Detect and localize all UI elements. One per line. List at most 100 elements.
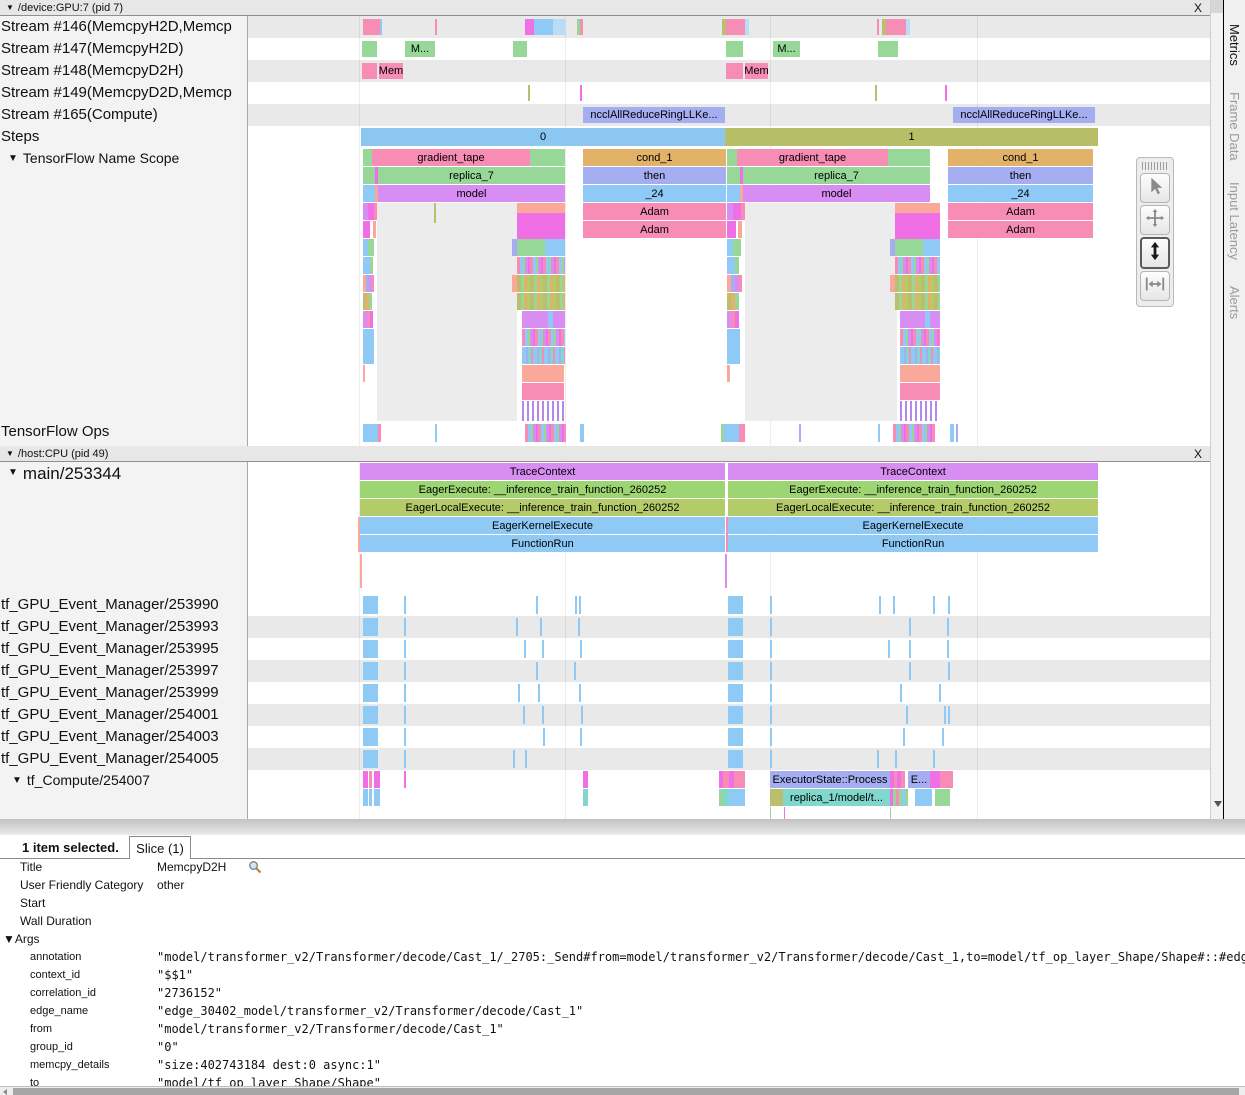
trace-slice[interactable] — [583, 789, 588, 806]
side-tab-frame-data[interactable]: Frame Data — [1227, 92, 1242, 161]
trace-slice[interactable]: cond_1 — [948, 149, 1093, 166]
trace-slice[interactable]: Adam — [583, 203, 726, 220]
trace-slice[interactable] — [525, 424, 566, 442]
trace-slice[interactable] — [875, 85, 877, 101]
side-tab-input-latency[interactable]: Input Latency — [1227, 182, 1242, 260]
trace-slice[interactable] — [909, 618, 911, 636]
trace-slice[interactable] — [933, 750, 935, 768]
trace-slice[interactable] — [947, 618, 949, 636]
trace-slice[interactable] — [522, 365, 564, 382]
trace-slice[interactable] — [363, 728, 378, 746]
trace-slice[interactable] — [886, 19, 906, 35]
trace-slice[interactable] — [728, 750, 743, 768]
trace-slice[interactable] — [741, 203, 745, 220]
trace-slice[interactable] — [404, 618, 406, 636]
trace-slice[interactable] — [362, 41, 377, 57]
trace-slice[interactable] — [903, 728, 905, 746]
trace-slice[interactable] — [580, 728, 582, 746]
trace-slice[interactable] — [543, 728, 545, 746]
trace-slice[interactable]: FunctionRun — [360, 535, 725, 552]
trace-slice[interactable]: _24 — [948, 185, 1093, 202]
trace-slice[interactable] — [726, 63, 743, 79]
trace-slice[interactable] — [948, 706, 950, 724]
trace-slice[interactable] — [536, 596, 538, 614]
trace-slice[interactable]: EagerLocalExecute: __inference_train_fun… — [728, 499, 1098, 516]
collapse-icon[interactable]: ▼ — [6, 3, 14, 12]
trace-slice[interactable] — [947, 640, 949, 658]
timing-tool-button[interactable] — [1140, 271, 1170, 301]
trace-slice[interactable]: ncclAllReduceRingLLKe... — [583, 107, 725, 123]
trace-slice[interactable] — [363, 167, 375, 184]
trace-slice[interactable] — [890, 807, 891, 819]
trace-slice[interactable] — [404, 771, 406, 788]
trace-slice[interactable] — [728, 596, 743, 614]
cpu-close-button[interactable]: X — [1190, 447, 1206, 461]
trace-slice[interactable] — [727, 185, 740, 202]
trace-slice[interactable] — [727, 365, 730, 382]
trace-slice[interactable]: replica_7 — [743, 167, 930, 184]
trace-slice[interactable] — [369, 293, 372, 310]
trace-slice[interactable] — [726, 19, 745, 35]
trace-slice[interactable]: EagerKernelExecute — [360, 517, 725, 534]
trace-slice[interactable]: M... — [405, 41, 435, 57]
trace-slice[interactable] — [770, 807, 771, 819]
args-collapse-header[interactable]: ▼Args — [0, 930, 1245, 948]
trace-slice[interactable] — [915, 789, 932, 806]
trace-slice[interactable] — [893, 424, 935, 442]
trace-slice[interactable]: EagerKernelExecute — [728, 517, 1098, 534]
trace-slice[interactable] — [900, 311, 925, 328]
trace-slice[interactable] — [770, 662, 772, 680]
trace-slice[interactable] — [735, 257, 739, 274]
trace-slice[interactable] — [583, 771, 588, 788]
trace-slice[interactable] — [900, 383, 940, 400]
trace-slice[interactable] — [363, 684, 378, 702]
trace-slice[interactable] — [879, 596, 881, 614]
trace-slice[interactable] — [372, 275, 374, 292]
collapse-icon[interactable]: ▼ — [8, 467, 18, 478]
trace-slice[interactable] — [878, 424, 880, 442]
trace-slice[interactable] — [895, 203, 940, 213]
scrollbar-thumb[interactable] — [13, 1088, 1239, 1095]
trace-slice[interactable] — [923, 239, 940, 256]
trace-slice[interactable] — [944, 706, 946, 724]
trace-slice[interactable] — [369, 789, 372, 806]
trace-slice[interactable] — [363, 185, 375, 202]
trace-slice[interactable] — [906, 19, 910, 35]
trace-slice[interactable]: M... — [773, 41, 800, 57]
trace-slice[interactable] — [895, 275, 940, 292]
trace-slice[interactable] — [888, 149, 930, 166]
trace-slice[interactable] — [770, 750, 772, 768]
trace-slice[interactable] — [935, 789, 950, 806]
trace-slice[interactable] — [524, 640, 526, 658]
trace-slice[interactable] — [770, 789, 783, 806]
trace-slice[interactable] — [770, 728, 772, 746]
trace-slice[interactable]: EagerLocalExecute: __inference_train_fun… — [360, 499, 725, 516]
trace-slice[interactable]: gradient_tape — [737, 149, 888, 166]
trace-slice[interactable] — [900, 684, 902, 702]
trace-slice[interactable] — [580, 19, 583, 35]
trace-slice[interactable] — [534, 19, 553, 35]
trace-slice[interactable] — [724, 424, 739, 442]
trace-slice[interactable] — [948, 596, 950, 614]
trace-slice[interactable]: cond_1 — [583, 149, 726, 166]
trace-slice[interactable] — [745, 19, 749, 35]
trace-slice[interactable] — [580, 424, 584, 442]
trace-slice[interactable] — [363, 365, 365, 382]
trace-slice[interactable] — [784, 807, 785, 819]
magnifier-icon[interactable] — [248, 860, 262, 877]
trace-slice[interactable] — [517, 293, 565, 310]
trace-slice[interactable]: Adam — [948, 203, 1093, 220]
trace-slice[interactable] — [374, 771, 380, 788]
trace-slice[interactable] — [518, 684, 520, 702]
trace-slice[interactable] — [580, 640, 582, 658]
trace-slice[interactable] — [770, 706, 772, 724]
trace-slice[interactable] — [363, 257, 370, 274]
trace-slice[interactable] — [363, 19, 380, 35]
trace-slice[interactable] — [728, 706, 743, 724]
trace-slice[interactable] — [733, 239, 741, 256]
trace-slice[interactable] — [513, 750, 515, 768]
trace-slice[interactable] — [728, 728, 743, 746]
trace-slice[interactable]: then — [948, 167, 1093, 184]
trace-slice[interactable]: _24 — [583, 185, 726, 202]
trace-slice[interactable] — [895, 257, 940, 274]
